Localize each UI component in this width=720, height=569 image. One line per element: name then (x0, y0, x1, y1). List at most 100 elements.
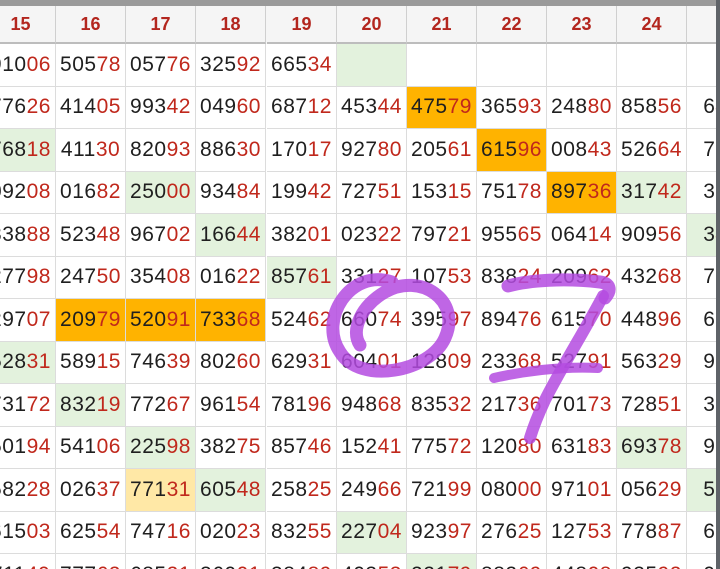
number-value: 33888 (0, 222, 51, 246)
number-cell: 04960 (196, 86, 266, 129)
number-value: 99342 (130, 95, 191, 119)
number-value: 00843 (551, 137, 612, 161)
number-value: 43268 (621, 265, 682, 289)
number-cell: 24750 (56, 256, 126, 299)
number-value: 22598 (130, 435, 191, 459)
number-cell: 80260 (196, 341, 266, 384)
number-value: 77762 (60, 563, 121, 569)
number-cell: 38275 (196, 426, 266, 469)
number-cell: 08000 (477, 469, 547, 512)
number-value: 93592 (621, 563, 682, 569)
number-cell: 25825 (267, 469, 337, 512)
number-cell: 05776 (126, 44, 196, 87)
number-value: 01622 (200, 265, 261, 289)
number-cell: 01682 (56, 171, 126, 214)
number-cell: 88630 (196, 129, 266, 172)
number-value: 88630 (200, 137, 261, 161)
number-cell: 36593 (477, 86, 547, 129)
number-value: 33127 (341, 265, 402, 289)
number-cell: 02637 (56, 469, 126, 512)
number-value: 23368 (481, 350, 542, 374)
number-value: 78196 (271, 392, 332, 416)
column-header-17: 17 (126, 6, 196, 44)
number-cell: 25000 (126, 171, 196, 214)
number-value: 20561 (411, 137, 472, 161)
number-value: 92780 (341, 137, 402, 161)
number-value: 09208 (0, 180, 51, 204)
number-cell: 74716 (126, 511, 196, 554)
number-cell: 09208 (0, 171, 56, 214)
number-value: 22704 (341, 520, 402, 544)
number-cell: 47579 (407, 86, 477, 129)
number-value: 77267 (130, 392, 191, 416)
number-value: 80260 (200, 350, 261, 374)
number-cell: 15315 (407, 171, 477, 214)
number-cell: 83824 (477, 256, 547, 299)
number-value: 44896 (621, 307, 682, 331)
number-value: 27798 (0, 265, 51, 289)
number-value: 89476 (481, 307, 542, 331)
number-cell: 19942 (267, 171, 337, 214)
column-header-23: 23 (547, 6, 617, 44)
number-cell: 50194 (0, 426, 56, 469)
number-cell: 12753 (547, 511, 617, 554)
number-value: 62554 (60, 520, 121, 544)
number-cell: 77887 (617, 511, 687, 554)
number-cell: 85856 (617, 86, 687, 129)
number-value: 40353 (341, 563, 402, 569)
number-value: 12809 (411, 350, 472, 374)
number-value: 41130 (60, 137, 121, 161)
number-value: 12080 (481, 435, 542, 459)
number-cell: 77762 (56, 554, 126, 569)
number-cell: 63183 (547, 426, 617, 469)
column-header-16: 16 (56, 6, 126, 44)
number-cell: 50578 (56, 44, 126, 87)
number-value: 82093 (130, 137, 191, 161)
number-value: 88269 (481, 563, 542, 569)
number-value: 15315 (411, 180, 472, 204)
number-cell: 94868 (337, 384, 407, 427)
number-value: 74716 (130, 520, 191, 544)
number-cell: 12080 (477, 426, 547, 469)
number-value: 62931 (271, 350, 332, 374)
number-cell: 39597 (407, 299, 477, 342)
column-header-19: 19 (267, 6, 337, 44)
number-value: 20979 (60, 307, 121, 331)
number-cell: 40353 (337, 554, 407, 569)
number-value: 05629 (621, 477, 682, 501)
column-header-15: 15 (0, 6, 56, 44)
number-cell: 41405 (56, 86, 126, 129)
number-value: 24966 (341, 477, 402, 501)
number-value: 04960 (200, 95, 261, 119)
number-cell: 16644 (196, 214, 266, 257)
number-cell: 72851 (617, 384, 687, 427)
number-value: 97101 (551, 477, 612, 501)
number-value: 68712 (271, 95, 332, 119)
column-header-21: 21 (407, 6, 477, 44)
number-value: 32592 (200, 52, 261, 76)
number-cell: 82093 (126, 129, 196, 172)
number-cell: 58228 (0, 469, 56, 512)
number-value: 90956 (621, 222, 682, 246)
number-cell: 95565 (477, 214, 547, 257)
number-value: 71140 (0, 563, 50, 569)
number-cell: 44896 (617, 299, 687, 342)
number-cell: 78196 (267, 384, 337, 427)
number-value: 20962 (551, 265, 612, 289)
number-cell: 52831 (0, 341, 56, 384)
number-cell: 43268 (617, 256, 687, 299)
scrollbar[interactable] (716, 0, 720, 569)
number-cell: 61503 (0, 511, 56, 554)
number-value: 54106 (60, 435, 121, 459)
number-value: 83532 (411, 392, 472, 416)
number-cell: 76818 (0, 129, 56, 172)
number-value: 24750 (60, 265, 121, 289)
number-cell (617, 44, 687, 87)
number-value: 01682 (60, 180, 121, 204)
number-cell: 71140 (0, 554, 56, 569)
number-value: 77626 (0, 95, 51, 119)
number-value: 39597 (411, 307, 472, 331)
number-cell: 05629 (617, 469, 687, 512)
number-cell: 89476 (477, 299, 547, 342)
number-cell: 33888 (0, 214, 56, 257)
